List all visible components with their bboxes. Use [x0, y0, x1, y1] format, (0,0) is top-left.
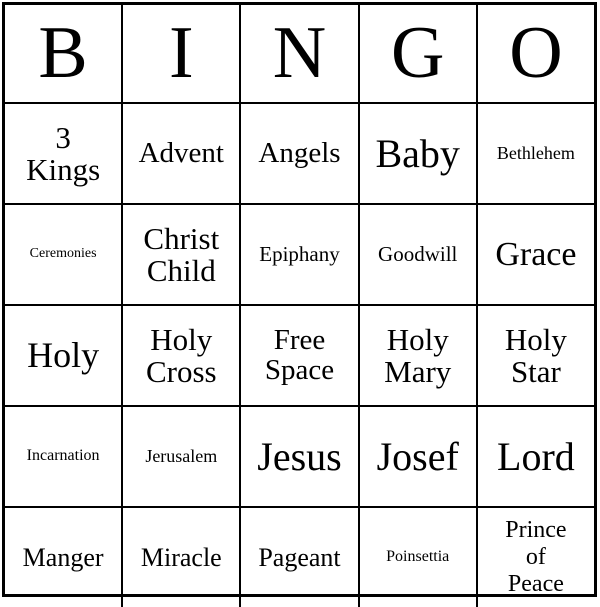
bingo-cell[interactable]: Ceremonies [5, 205, 121, 304]
bingo-row-1: 3 Kings Advent Angels Baby Bethlehem [5, 102, 594, 203]
bingo-cell[interactable]: Miracle [121, 508, 239, 607]
bingo-cell[interactable]: Bethlehem [475, 104, 594, 203]
bingo-cell-label: Holy Mary [384, 321, 452, 389]
bingo-cell[interactable]: Holy [5, 306, 121, 405]
bingo-row-2: Ceremonies Christ Child Epiphany Goodwil… [5, 203, 594, 304]
bingo-row-4: Incarnation Jerusalem Jesus Josef Lord [5, 405, 594, 506]
bingo-cell-label: Advent [138, 137, 224, 170]
bingo-header-row: B I N G O [5, 5, 594, 102]
header-letter-text: N [272, 12, 327, 95]
bingo-card: B I N G O 3 Kings Advent Angels Baby Bet… [2, 2, 597, 607]
bingo-cell[interactable]: Prince of Peace [475, 508, 594, 607]
bingo-cell[interactable]: Epiphany [239, 205, 357, 304]
bingo-header-letter-o: O [475, 5, 594, 102]
bingo-cell-label: Jerusalem [145, 446, 218, 467]
bingo-cell-label: Lord [497, 433, 575, 479]
bingo-cell[interactable]: Goodwill [357, 205, 476, 304]
bingo-cell[interactable]: Christ Child [121, 205, 239, 304]
bingo-cell[interactable]: Baby [357, 104, 476, 203]
bingo-row-3: Holy Holy Cross Free Space Holy Mary Hol… [5, 304, 594, 405]
bingo-row-5: Manger Miracle Pageant Poinsettia Prince… [5, 506, 594, 607]
bingo-cell[interactable]: Advent [121, 104, 239, 203]
bingo-cell[interactable]: 3 Kings [5, 104, 121, 203]
bingo-cell-label: Poinsettia [386, 548, 450, 566]
bingo-cell-label: Goodwill [378, 241, 458, 266]
bingo-header-letter-i: I [121, 5, 239, 102]
header-letter-text: I [168, 12, 194, 95]
bingo-cell-label: Angels [258, 137, 341, 170]
bingo-cell-label: 3 Kings [26, 119, 101, 187]
bingo-header-letter-b: B [5, 5, 121, 102]
bingo-cell-label: Incarnation [26, 447, 100, 465]
bingo-cell-free-space[interactable]: Free Space [239, 306, 357, 405]
bingo-cell-label: Baby [375, 130, 460, 176]
bingo-cell[interactable]: Incarnation [5, 407, 121, 506]
bingo-cell-label: Free Space [264, 323, 335, 386]
bingo-cell-label: Ceremonies [29, 246, 97, 262]
bingo-cell[interactable]: Angels [239, 104, 357, 203]
bingo-cell-label: Holy Cross [145, 321, 217, 389]
bingo-cell[interactable]: Manger [5, 508, 121, 607]
bingo-cell[interactable]: Holy Star [475, 306, 594, 405]
bingo-cell[interactable]: Jerusalem [121, 407, 239, 506]
bingo-cell-label: Pageant [258, 542, 341, 572]
bingo-cell[interactable]: Jesus [239, 407, 357, 506]
bingo-cell[interactable]: Holy Mary [357, 306, 476, 405]
bingo-cell[interactable]: Pageant [239, 508, 357, 607]
bingo-header-letter-n: N [239, 5, 357, 102]
bingo-cell-label: Prince of Peace [505, 517, 567, 597]
bingo-header-letter-g: G [357, 5, 476, 102]
bingo-cell-label: Manger [22, 542, 104, 572]
header-letter-text: G [390, 12, 445, 95]
bingo-cell[interactable]: Lord [475, 407, 594, 506]
bingo-cell-label: Miracle [140, 542, 222, 572]
bingo-cell-label: Jesus [257, 433, 342, 479]
bingo-cell[interactable]: Poinsettia [357, 508, 476, 607]
bingo-cell-label: Josef [376, 433, 459, 479]
bingo-cell[interactable]: Grace [475, 205, 594, 304]
bingo-cell-label: Christ Child [143, 220, 220, 288]
bingo-cell[interactable]: Holy Cross [121, 306, 239, 405]
bingo-cell-label: Epiphany [259, 241, 340, 266]
header-letter-text: O [509, 12, 563, 95]
bingo-cell-label: Holy [27, 334, 100, 375]
bingo-cell-label: Grace [495, 235, 577, 273]
bingo-cell[interactable]: Josef [357, 407, 476, 506]
header-letter-text: B [38, 12, 88, 95]
bingo-cell-label: Holy Star [504, 321, 567, 389]
bingo-cell-label: Bethlehem [496, 143, 575, 164]
